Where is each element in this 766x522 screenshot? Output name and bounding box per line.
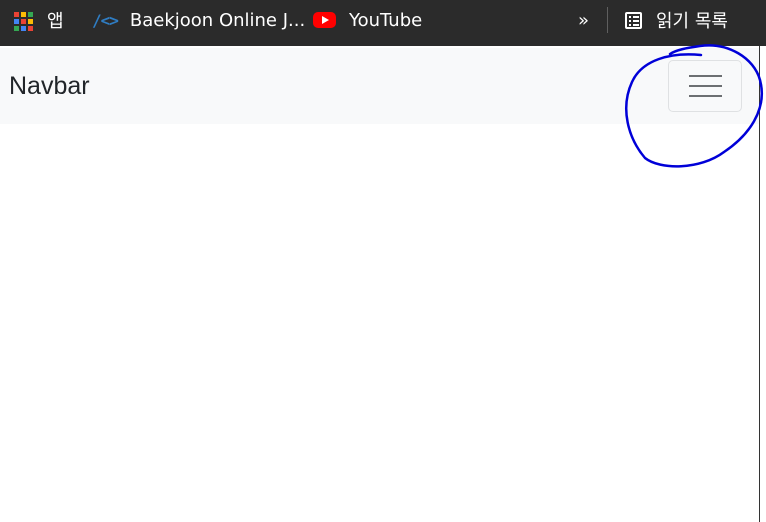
bookmarks-divider — [607, 7, 608, 33]
youtube-icon — [313, 12, 336, 28]
reading-list-icon — [625, 11, 642, 29]
apps-grid-icon — [14, 11, 33, 31]
navbar-toggler-button[interactable] — [668, 60, 742, 112]
reading-list-button[interactable]: 읽기 목록 — [625, 0, 728, 40]
bookmarks-overflow-button[interactable]: » — [578, 0, 589, 40]
bookmarks-bar: 앱 /<> Baekjoon Online J... YouTube » 읽기 … — [0, 0, 766, 46]
page-viewport: Navbar — [0, 46, 759, 522]
navbar-brand[interactable]: Navbar — [9, 72, 90, 101]
bookmark-apps-label: 앱 — [47, 11, 64, 32]
bookmark-baekjoon[interactable]: /<> Baekjoon Online J... — [92, 0, 305, 40]
bookmark-baekjoon-label: Baekjoon Online J... — [129, 9, 306, 31]
code-brackets-icon: /<> — [92, 10, 119, 30]
bookmark-youtube[interactable]: YouTube — [313, 0, 422, 40]
bookmark-apps[interactable]: 앱 — [14, 0, 64, 40]
bookmark-youtube-label: YouTube — [349, 9, 423, 31]
navbar: Navbar — [0, 48, 759, 124]
reading-list-label: 읽기 목록 — [656, 11, 728, 32]
scrollbar-gutter[interactable] — [760, 46, 766, 522]
